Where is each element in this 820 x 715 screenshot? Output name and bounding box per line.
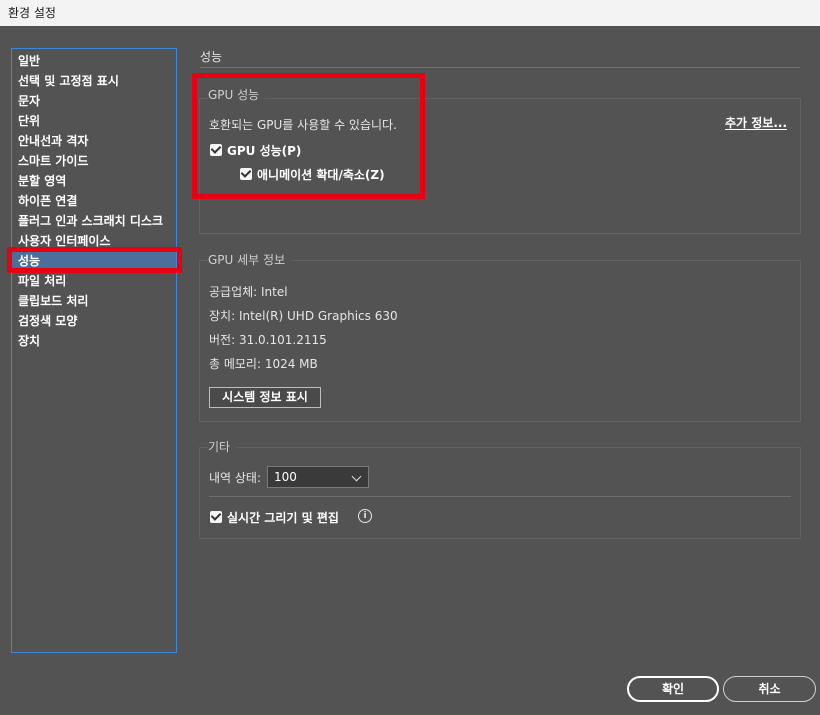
- sidebar-item-performance[interactable]: 성능: [12, 251, 176, 271]
- gpu-performance-label: GPU 성능: [208, 86, 266, 103]
- more-info-link[interactable]: 추가 정보...: [725, 114, 787, 131]
- system-info-button[interactable]: 시스템 정보 표시: [209, 387, 321, 408]
- misc-divider: [209, 496, 791, 497]
- sidebar-item-plugins-scratch[interactable]: 플러그 인과 스크래치 디스크: [12, 211, 176, 231]
- window-title: 환경 설정: [8, 6, 56, 20]
- sidebar-item-file-handling[interactable]: 파일 처리: [12, 271, 176, 291]
- sidebar-item-guides-grid[interactable]: 안내선과 격자: [12, 131, 176, 151]
- animated-zoom-checkbox-label: 애니메이션 확대/축소(Z): [257, 168, 385, 182]
- sidebar-item-black-appearance[interactable]: 검정색 모양: [12, 311, 176, 331]
- gpu-performance-checkbox-label: GPU 성능(P): [227, 144, 302, 158]
- sidebar-item-selection-anchor[interactable]: 선택 및 고정점 표시: [12, 71, 176, 91]
- sidebar-item-smart-guides[interactable]: 스마트 가이드: [12, 151, 176, 171]
- cancel-button[interactable]: 취소: [723, 676, 816, 702]
- chevron-down-icon: [351, 471, 362, 482]
- gpu-device: 장치: Intel(R) UHD Graphics 630: [209, 309, 398, 323]
- gpu-memory: 총 메모리: 1024 MB: [209, 357, 318, 371]
- info-icon[interactable]: i: [358, 509, 372, 523]
- sidebar-item-user-interface[interactable]: 사용자 인터페이스: [12, 231, 176, 251]
- section-title: 성능: [200, 50, 223, 64]
- realtime-drawing-label: 실시간 그리기 및 편집: [227, 511, 339, 525]
- sidebar-item-clipboard[interactable]: 클립보드 처리: [12, 291, 176, 311]
- gpu-details-label: GPU 세부 정보: [208, 251, 292, 268]
- sidebar-item-hyphenation[interactable]: 하이픈 연결: [12, 191, 176, 211]
- gpu-vendor: 공급업체: Intel: [209, 285, 288, 299]
- history-states-value: 100: [274, 470, 297, 484]
- animated-zoom-checkbox[interactable]: [240, 168, 252, 180]
- gpu-performance-checkbox[interactable]: [210, 144, 222, 156]
- sidebar-item-type[interactable]: 문자: [12, 91, 176, 111]
- history-states-select[interactable]: 100: [267, 466, 369, 488]
- sidebar-item-general[interactable]: 일반: [12, 51, 176, 71]
- sidebar-item-slices[interactable]: 분할 영역: [12, 171, 176, 191]
- sidebar: 일반 선택 및 고정점 표시 문자 단위 안내선과 격자 스마트 가이드 분할 …: [11, 48, 177, 653]
- gpu-compatible-text: 호환되는 GPU를 사용할 수 있습니다.: [209, 118, 397, 132]
- section-divider: [200, 67, 800, 68]
- gpu-version: 버전: 31.0.101.2115: [209, 333, 327, 347]
- title-bar: 환경 설정: [0, 0, 820, 26]
- history-states-label: 내역 상태:: [209, 471, 262, 485]
- sidebar-item-devices[interactable]: 장치: [12, 331, 176, 351]
- realtime-drawing-checkbox[interactable]: [210, 511, 222, 523]
- sidebar-item-units[interactable]: 단위: [12, 111, 176, 131]
- misc-label: 기타: [208, 438, 237, 455]
- ok-button[interactable]: 확인: [627, 676, 719, 702]
